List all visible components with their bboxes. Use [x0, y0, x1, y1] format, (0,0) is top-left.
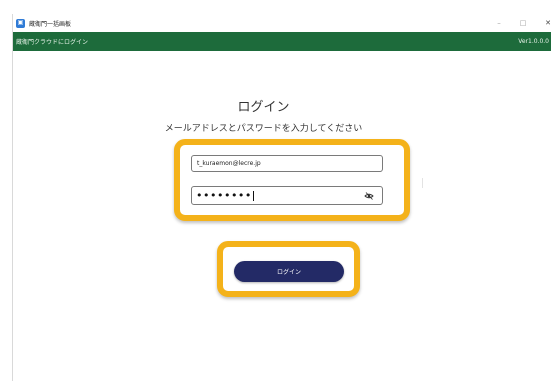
email-value: t_kuraemon@lecre.jp — [197, 160, 261, 167]
eye-slash-icon[interactable] — [364, 191, 374, 201]
app-icon: ▣ — [16, 18, 25, 28]
maximize-button[interactable]: □ — [511, 19, 535, 27]
title-bar: ▣ 蔵衛門一括画板 – □ ✕ — [13, 14, 551, 32]
login-button[interactable]: ログイン — [234, 261, 344, 282]
window-title: 蔵衛門一括画板 — [29, 20, 72, 28]
header-title: 蔵衛門クラウドにログイン — [16, 39, 89, 46]
divider — [422, 178, 423, 188]
text-cursor — [252, 190, 254, 201]
password-value: •••••••• — [196, 189, 252, 202]
header-bar: 蔵衛門クラウドにログイン Ver1.0.0.0 — [13, 32, 551, 51]
password-field[interactable]: •••••••• — [191, 186, 383, 205]
form-highlight — [174, 139, 410, 221]
close-button[interactable]: ✕ — [535, 19, 551, 27]
minimize-button[interactable]: – — [487, 19, 511, 27]
version-label: Ver1.0.0.0 — [518, 38, 549, 45]
login-subtitle: メールアドレスとパスワードを入力してください — [164, 124, 363, 134]
login-title: ログイン — [237, 100, 290, 115]
window-controls: – □ ✕ — [487, 14, 551, 32]
email-field[interactable]: t_kuraemon@lecre.jp — [191, 155, 383, 172]
